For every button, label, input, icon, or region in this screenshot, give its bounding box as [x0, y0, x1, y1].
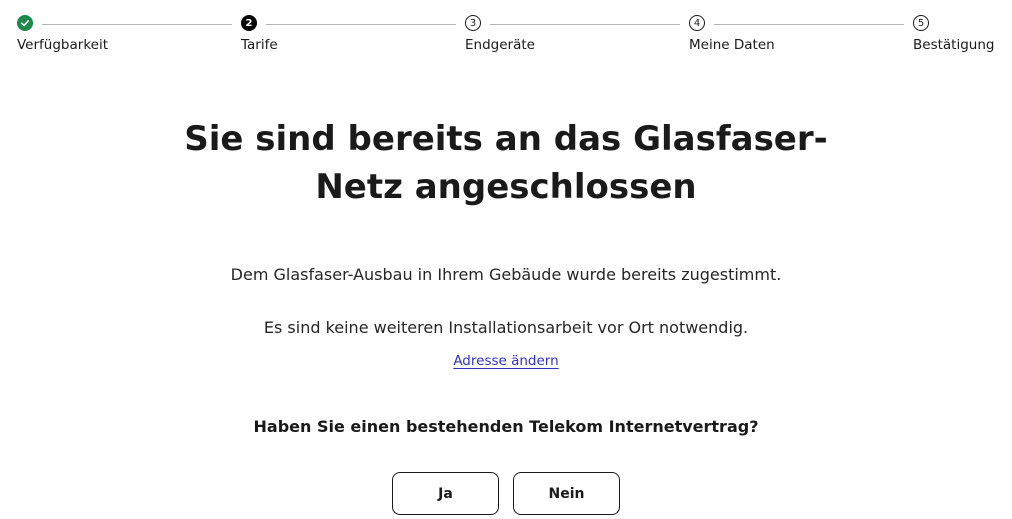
step-label: Verfügbarkeit: [17, 37, 108, 53]
step-label: Bestätigung: [913, 37, 995, 53]
step-label: Tarife: [241, 37, 278, 53]
step-connector: [490, 24, 680, 25]
step-number-badge: 3: [465, 15, 481, 31]
change-address-container: Adresse ändern: [0, 350, 1012, 369]
step-label: Endgeräte: [465, 37, 535, 53]
consent-text: Dem Glasfaser-Ausbau in Ihrem Gebäude wu…: [230, 265, 782, 284]
step-number-badge: 4: [689, 15, 705, 31]
page-title: Sie sind bereits an das Glasfaser- Netz …: [0, 115, 1012, 211]
check-icon: [17, 15, 33, 31]
step-connector: [42, 24, 232, 25]
page: Verfügbarkeit 2 Tarife 3 Endgeräte 4 Mei…: [0, 0, 1012, 519]
installation-text: Es sind keine weiteren Installationsarbe…: [263, 318, 749, 337]
page-title-line-2: Netz angeschlossen: [315, 167, 697, 207]
page-title-line-1: Sie sind bereits an das Glasfaser-: [184, 119, 828, 159]
step-connector: [266, 24, 456, 25]
step-label: Meine Daten: [689, 37, 775, 53]
change-address-link[interactable]: Adresse ändern: [453, 353, 558, 369]
step-number-badge: 5: [913, 15, 929, 31]
step-connector: [714, 24, 904, 25]
yes-button[interactable]: Ja: [392, 472, 499, 515]
progress-stepper: Verfügbarkeit 2 Tarife 3 Endgeräte 4 Mei…: [0, 0, 1012, 60]
no-button[interactable]: Nein: [513, 472, 620, 515]
contract-question: Haben Sie einen bestehenden Telekom Inte…: [253, 417, 759, 436]
step-number-badge: 2: [241, 15, 257, 31]
